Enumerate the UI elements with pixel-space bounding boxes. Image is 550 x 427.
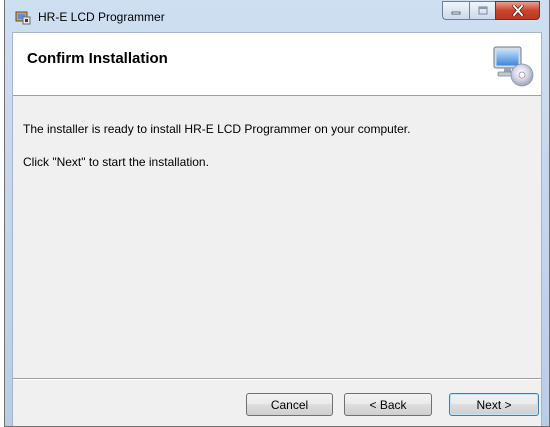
maximize-button[interactable]: [469, 1, 495, 20]
window-controls: [442, 1, 540, 20]
next-button[interactable]: Next >: [449, 393, 539, 416]
instruction-message: Click "Next" to start the installation.: [23, 155, 209, 169]
page-title: Confirm Installation: [27, 50, 168, 67]
maximize-icon: [477, 6, 488, 15]
window-title: HR-E LCD Programmer: [38, 10, 165, 24]
header-banner: Confirm Installation: [13, 33, 541, 96]
close-button[interactable]: [495, 1, 540, 20]
back-button[interactable]: < Back: [344, 393, 432, 416]
close-icon: [511, 5, 524, 16]
cancel-button[interactable]: Cancel: [246, 393, 333, 416]
installer-window: HR-E LCD Programmer Confirm Installation…: [4, 0, 550, 427]
installer-app-icon: [15, 11, 31, 25]
title-bar[interactable]: HR-E LCD Programmer: [5, 0, 549, 32]
footer-separator: [13, 378, 541, 380]
dialog-client-area: Confirm Installation The installer is re…: [12, 32, 542, 426]
ready-message: The installer is ready to install HR-E L…: [23, 122, 411, 136]
minimize-button[interactable]: [442, 1, 469, 20]
minimize-icon: [451, 11, 461, 14]
computer-cd-icon: [493, 46, 534, 87]
